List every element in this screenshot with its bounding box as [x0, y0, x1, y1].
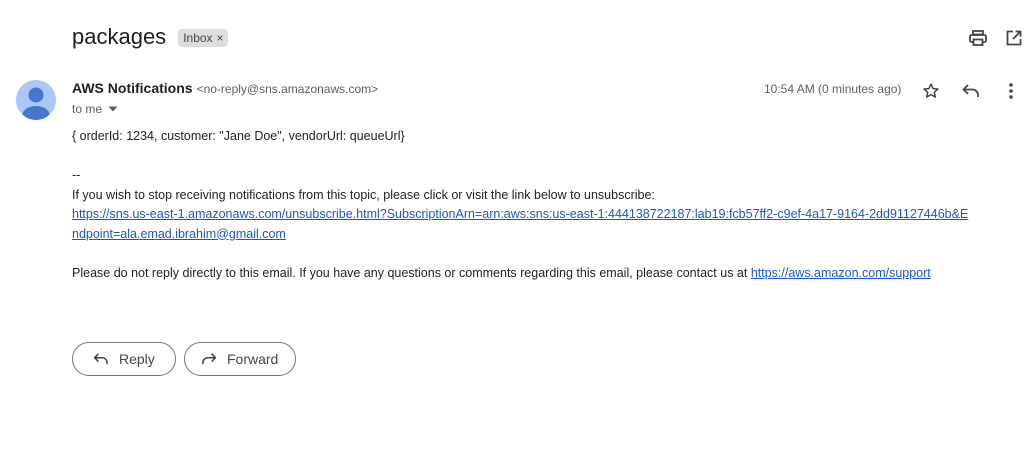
- inbox-label-chip[interactable]: Inbox ×: [178, 29, 228, 47]
- inbox-label-text: Inbox: [183, 31, 213, 45]
- message-body: { orderId: 1234, customer: "Jane Doe", v…: [72, 127, 972, 283]
- remove-label-button[interactable]: ×: [217, 29, 224, 47]
- person-icon: [22, 87, 50, 120]
- reply-icon: [93, 353, 108, 365]
- thread-actions: [969, 27, 1023, 49]
- forward-icon: [202, 353, 217, 365]
- message-actions: [920, 80, 1022, 102]
- contact-text: Please do not reply directly to this ema…: [72, 265, 751, 280]
- reply-button[interactable]: Reply: [72, 342, 176, 376]
- open-in-new-window-icon[interactable]: [1005, 27, 1023, 49]
- recipient-details-toggle[interactable]: to me: [72, 102, 118, 116]
- subject-row: packages Inbox ×: [72, 22, 228, 52]
- support-link[interactable]: https://aws.amazon.com/support: [751, 266, 931, 280]
- unsubscribe-instructions: If you wish to stop receiving notificati…: [72, 187, 655, 202]
- message-payload: { orderId: 1234, customer: "Jane Doe", v…: [72, 129, 405, 143]
- caret-down-icon: [108, 106, 118, 112]
- email-subject: packages: [72, 24, 167, 49]
- reply-button-label: Reply: [119, 351, 155, 367]
- sender-avatar[interactable]: [16, 80, 56, 120]
- print-icon[interactable]: [969, 27, 987, 49]
- star-icon[interactable]: [920, 80, 942, 102]
- reply-forward-row: Reply Forward: [72, 342, 296, 376]
- forward-button[interactable]: Forward: [184, 342, 296, 376]
- contact-paragraph: Please do not reply directly to this ema…: [72, 264, 972, 284]
- signature-separator: --: [72, 168, 81, 182]
- reply-icon[interactable]: [960, 80, 982, 102]
- sender-name[interactable]: AWS Notifications: [72, 80, 193, 96]
- more-vert-icon[interactable]: [1000, 80, 1022, 102]
- recipient-text: to me: [72, 102, 103, 116]
- message-timestamp: 10:54 AM (0 minutes ago): [764, 82, 902, 96]
- sender-line: AWS Notifications <no-reply@sns.amazonaw…: [72, 80, 378, 96]
- sender-email: <no-reply@sns.amazonaws.com>: [196, 82, 379, 96]
- forward-button-label: Forward: [227, 351, 279, 367]
- unsubscribe-link[interactable]: https://sns.us-east-1.amazonaws.com/unsu…: [72, 207, 968, 241]
